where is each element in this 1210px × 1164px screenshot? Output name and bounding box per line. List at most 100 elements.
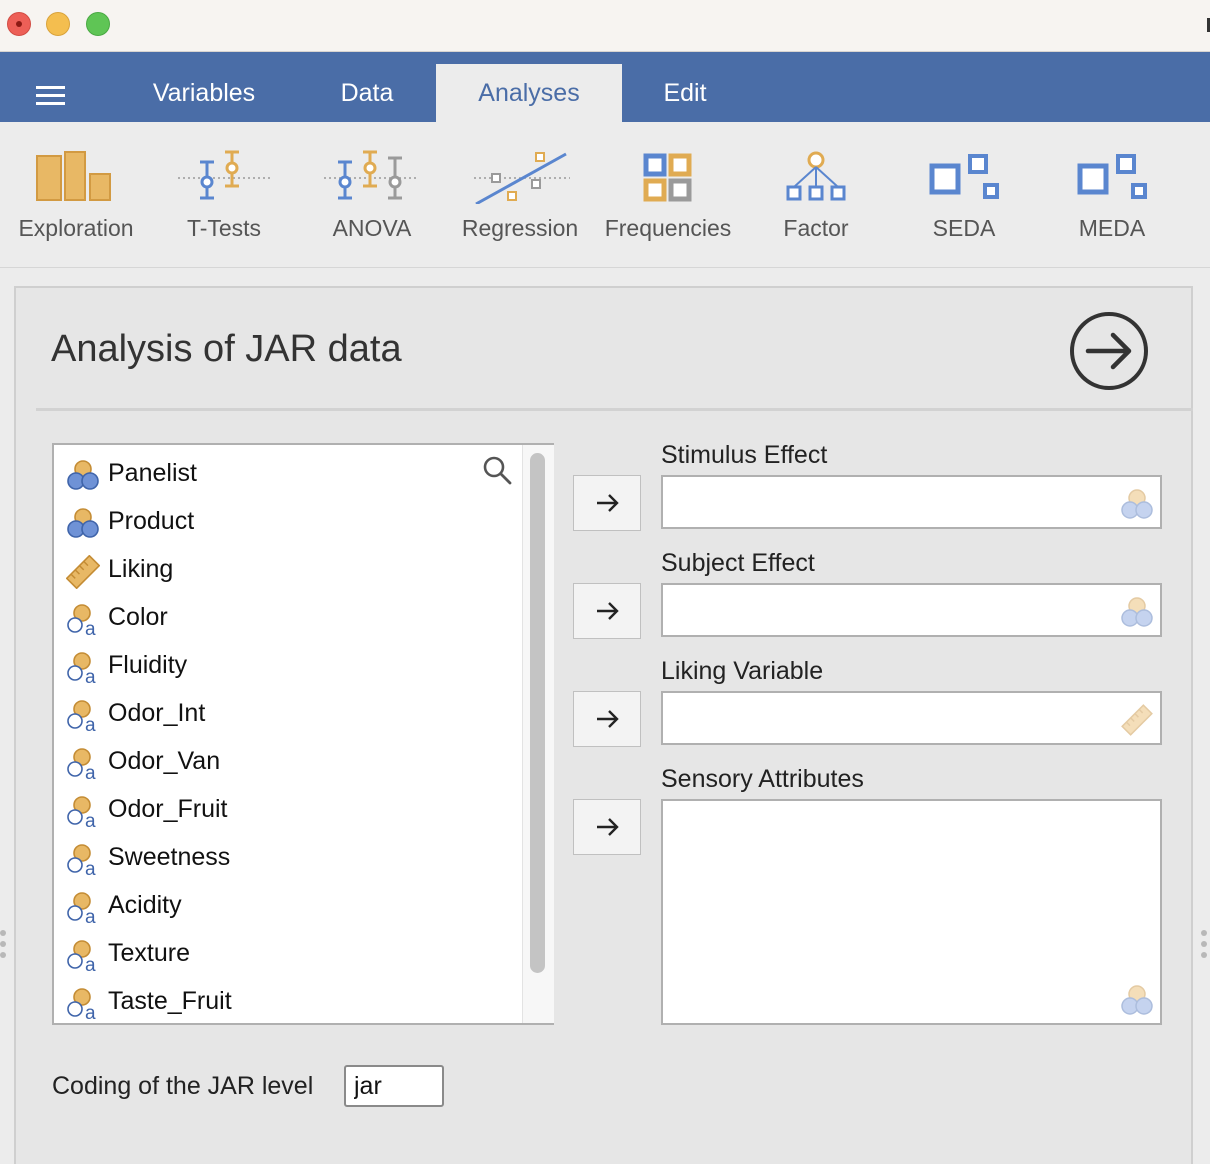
nominal-text-variable-icon: a bbox=[67, 988, 96, 1021]
stimulus-effect-box[interactable] bbox=[661, 475, 1162, 529]
seda-icon bbox=[929, 154, 999, 199]
variable-list-scrollbar[interactable] bbox=[530, 453, 545, 973]
svg-text:a: a bbox=[85, 667, 96, 685]
tab-edit[interactable]: Edit bbox=[640, 64, 730, 122]
regression-icon bbox=[474, 152, 570, 204]
variable-label: Color bbox=[108, 603, 168, 631]
variable-list-item[interactable]: a Fluidity bbox=[66, 643, 506, 691]
ribbon-frequencies-button[interactable]: Frequencies bbox=[594, 122, 742, 268]
variable-label: Odor_Fruit bbox=[108, 795, 228, 823]
panel-title-divider bbox=[36, 408, 1193, 411]
ribbon-t-tests-button[interactable]: T-Tests bbox=[150, 122, 298, 268]
run-analysis-arrow-icon[interactable] bbox=[1068, 310, 1150, 392]
tab-analyses[interactable]: Analyses bbox=[436, 64, 622, 122]
liking-variable-label: Liking Variable bbox=[661, 657, 824, 685]
left-resize-handle[interactable] bbox=[0, 930, 6, 960]
ribbon-meda-label: MEDA bbox=[1078, 215, 1146, 241]
move-to-liking-button[interactable] bbox=[573, 691, 641, 747]
nominal-text-variable-icon: a bbox=[67, 652, 96, 685]
jar-coding-input[interactable] bbox=[344, 1065, 444, 1107]
analysis-options-panel: Analysis of JAR data Panelist Product Liki… bbox=[14, 286, 1193, 1164]
nominal-text-variable-icon: a bbox=[67, 604, 96, 637]
analyses-ribbon: Exploration T-Tests ANOVA Regression Fre… bbox=[0, 122, 1210, 268]
svg-text:a: a bbox=[85, 619, 96, 637]
variable-list-item[interactable]: a Sweetness bbox=[66, 835, 506, 883]
continuous-variable-icon bbox=[66, 555, 100, 589]
ribbon-factor-button[interactable]: Factor bbox=[742, 122, 890, 268]
close-window-button[interactable] bbox=[7, 12, 31, 36]
variable-list-item[interactable]: a Texture bbox=[66, 931, 506, 979]
nominal-text-variable-icon: a bbox=[67, 892, 96, 925]
variable-list-item[interactable]: a Color bbox=[66, 595, 506, 643]
nominal-variable-icon bbox=[67, 460, 99, 490]
nominal-variable-icon bbox=[1121, 489, 1153, 519]
variable-label: Odor_Int bbox=[108, 699, 206, 727]
variable-label: Taste_Fruit bbox=[108, 987, 232, 1015]
arrow-right-icon bbox=[597, 710, 619, 728]
variable-list-item[interactable]: Product bbox=[66, 499, 506, 547]
meda-icon bbox=[1077, 154, 1147, 199]
move-to-subject-button[interactable] bbox=[573, 583, 641, 639]
factor-icon bbox=[786, 151, 846, 201]
maximize-window-button[interactable] bbox=[86, 12, 110, 36]
window-titlebar bbox=[0, 0, 1210, 52]
tab-variables[interactable]: Variables bbox=[128, 64, 280, 122]
variable-list[interactable]: Panelist Product Liking a Color a Fluidity a Odo… bbox=[52, 443, 554, 1025]
variable-label: Fluidity bbox=[108, 651, 188, 679]
ribbon-frequencies-label: Frequencies bbox=[604, 215, 732, 241]
move-to-stimulus-button[interactable] bbox=[573, 475, 641, 531]
ribbon-regression-button[interactable]: Regression bbox=[446, 122, 594, 268]
nominal-text-variable-icon: a bbox=[67, 748, 96, 781]
ribbon-exploration-button[interactable]: Exploration bbox=[2, 122, 150, 268]
arrow-right-icon bbox=[597, 602, 619, 620]
frequencies-icon bbox=[643, 153, 692, 202]
tab-data[interactable]: Data bbox=[312, 64, 422, 122]
ribbon-seda-label: SEDA bbox=[932, 215, 996, 241]
ribbon-seda-button[interactable]: SEDA bbox=[890, 122, 1038, 268]
variable-label: Sweetness bbox=[108, 843, 231, 871]
nominal-variable-icon bbox=[1121, 985, 1153, 1015]
nominal-variable-icon bbox=[67, 508, 99, 538]
variable-list-item[interactable]: a Acidity bbox=[66, 883, 506, 931]
t-tests-icon bbox=[178, 150, 270, 200]
continuous-variable-icon bbox=[1121, 704, 1153, 736]
svg-text:a: a bbox=[85, 907, 96, 925]
minimize-window-button[interactable] bbox=[46, 12, 70, 36]
nominal-text-variable-icon: a bbox=[67, 796, 96, 829]
panel-title: Analysis of JAR data bbox=[51, 328, 402, 370]
subject-effect-box[interactable] bbox=[661, 583, 1162, 637]
variable-list-item[interactable]: a Taste_Fruit bbox=[66, 979, 506, 1027]
ribbon-meda-button[interactable]: MEDA bbox=[1038, 122, 1186, 268]
svg-text:a: a bbox=[85, 859, 96, 877]
variable-label: Panelist bbox=[108, 459, 197, 487]
sensory-attributes-box[interactable] bbox=[661, 799, 1162, 1025]
sensory-attributes-label: Sensory Attributes bbox=[661, 765, 864, 793]
nominal-text-variable-icon: a bbox=[67, 700, 96, 733]
liking-variable-box[interactable] bbox=[661, 691, 1162, 745]
variable-list-item[interactable]: Panelist bbox=[66, 451, 506, 499]
exploration-icon bbox=[36, 151, 111, 201]
nominal-text-variable-icon: a bbox=[67, 940, 96, 973]
variable-list-item[interactable]: a Odor_Fruit bbox=[66, 787, 506, 835]
variable-label: Texture bbox=[108, 939, 190, 967]
svg-text:a: a bbox=[85, 1003, 96, 1021]
variable-label: Liking bbox=[108, 555, 174, 583]
nominal-variable-icon bbox=[1121, 597, 1153, 627]
variable-label: Odor_Van bbox=[108, 747, 221, 775]
stimulus-effect-label: Stimulus Effect bbox=[661, 441, 828, 469]
svg-text:a: a bbox=[85, 955, 96, 973]
svg-text:a: a bbox=[85, 715, 96, 733]
variable-label: Product bbox=[108, 507, 195, 535]
move-to-sensory-button[interactable] bbox=[573, 799, 641, 855]
hamburger-menu-icon[interactable] bbox=[36, 86, 65, 106]
ribbon-anova-label: ANOVA bbox=[332, 215, 412, 241]
variable-list-item[interactable]: a Odor_Van bbox=[66, 739, 506, 787]
main-menubar: Variables Data Analyses Edit bbox=[0, 52, 1210, 122]
ribbon-anova-button[interactable]: ANOVA bbox=[298, 122, 446, 268]
subject-effect-label: Subject Effect bbox=[661, 549, 815, 577]
arrow-right-icon bbox=[597, 494, 619, 512]
ribbon-exploration-label: Exploration bbox=[18, 215, 134, 241]
right-resize-handle[interactable] bbox=[1201, 930, 1207, 960]
variable-list-item[interactable]: a Odor_Int bbox=[66, 691, 506, 739]
variable-list-item[interactable]: Liking bbox=[66, 547, 506, 595]
